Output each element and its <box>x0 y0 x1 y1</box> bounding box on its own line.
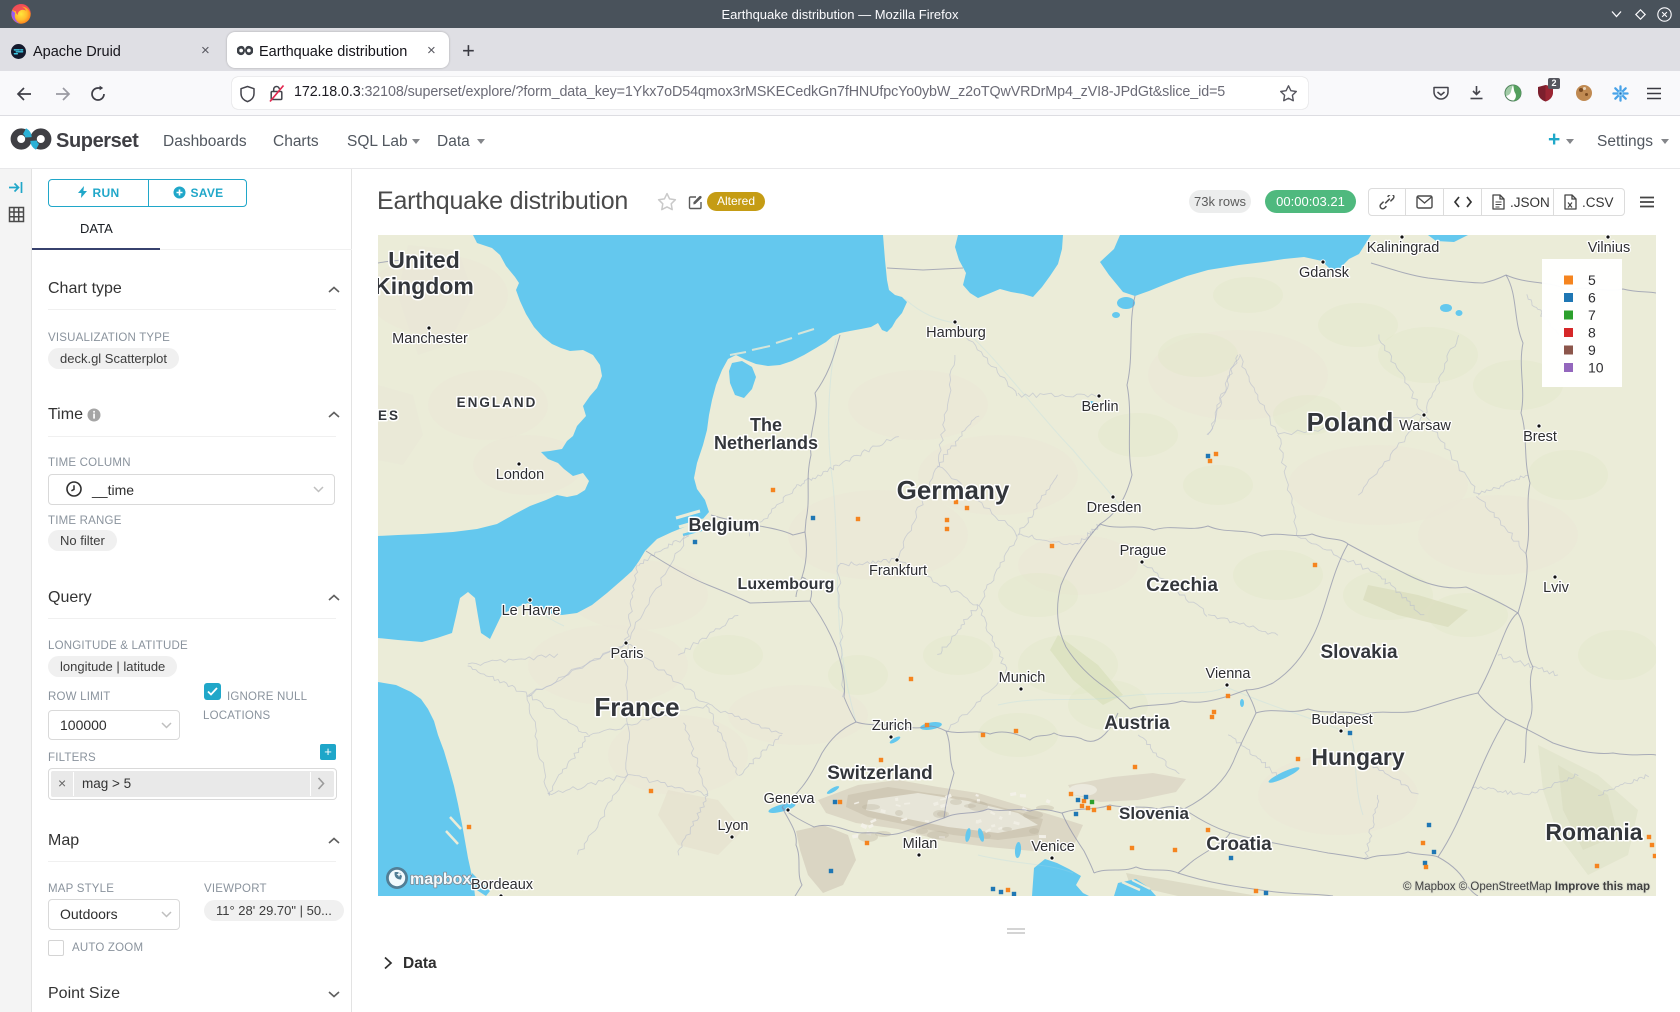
svg-text:Austria: Austria <box>1104 713 1170 734</box>
svg-text:Prague: Prague <box>1120 543 1167 559</box>
svg-text:Germany: Germany <box>897 475 1010 505</box>
svg-text:Kingdom: Kingdom <box>378 273 474 299</box>
svg-text:Lviv: Lviv <box>1543 580 1570 596</box>
svg-text:Luxembourg: Luxembourg <box>738 576 835 593</box>
svg-text:Croatia: Croatia <box>1206 834 1272 855</box>
svg-text:ENGLAND: ENGLAND <box>457 395 538 410</box>
svg-text:Gdansk: Gdansk <box>1299 265 1350 281</box>
svg-text:10: 10 <box>1588 360 1604 376</box>
svg-text:Geneva: Geneva <box>764 791 816 807</box>
svg-text:Lyon: Lyon <box>718 818 749 834</box>
svg-text:Berlin: Berlin <box>1081 399 1118 415</box>
svg-text:London: London <box>496 467 544 483</box>
svg-text:9: 9 <box>1588 342 1596 358</box>
svg-text:© Mapbox © OpenStreetMap Impro: © Mapbox © OpenStreetMap Improve this ma… <box>1403 881 1650 893</box>
svg-text:Hamburg: Hamburg <box>926 325 986 341</box>
svg-text:Hungary: Hungary <box>1311 744 1405 770</box>
svg-text:Milan: Milan <box>903 836 938 852</box>
svg-text:Frankfurt: Frankfurt <box>869 563 927 579</box>
svg-text:Poland: Poland <box>1307 407 1394 437</box>
svg-text:6: 6 <box>1588 290 1596 306</box>
svg-text:Le Havre: Le Havre <box>502 603 561 619</box>
svg-text:Romania: Romania <box>1545 819 1642 845</box>
svg-text:Vienna: Vienna <box>1206 666 1252 682</box>
svg-text:Venice: Venice <box>1031 839 1075 855</box>
svg-text:Zurich: Zurich <box>872 718 912 734</box>
svg-text:Budapest: Budapest <box>1311 712 1372 728</box>
svg-text:Kaliningrad: Kaliningrad <box>1367 240 1440 256</box>
svg-text:7: 7 <box>1588 307 1596 323</box>
svg-text:Netherlands: Netherlands <box>714 433 818 453</box>
svg-text:ES: ES <box>378 408 400 423</box>
svg-text:Bordeaux: Bordeaux <box>471 877 534 893</box>
svg-text:Switzerland: Switzerland <box>827 763 933 784</box>
svg-text:Dresden: Dresden <box>1087 500 1142 516</box>
svg-text:Munich: Munich <box>999 670 1046 686</box>
svg-text:8: 8 <box>1588 325 1596 341</box>
svg-text:Brest: Brest <box>1523 429 1557 445</box>
svg-text:Vilnius: Vilnius <box>1588 240 1630 256</box>
svg-text:Manchester: Manchester <box>392 331 468 347</box>
svg-text:Slovakia: Slovakia <box>1320 642 1398 663</box>
svg-text:Czechia: Czechia <box>1146 575 1218 596</box>
svg-text:The: The <box>750 415 782 435</box>
svg-text:Belgium: Belgium <box>688 515 759 535</box>
svg-text:Warsaw: Warsaw <box>1399 418 1451 434</box>
svg-text:France: France <box>594 692 679 722</box>
svg-text:Paris: Paris <box>610 646 643 662</box>
svg-text:Slovenia: Slovenia <box>1119 804 1189 823</box>
svg-text:mapbox: mapbox <box>410 871 471 888</box>
svg-text:United: United <box>388 247 460 273</box>
svg-text:5: 5 <box>1588 272 1596 288</box>
